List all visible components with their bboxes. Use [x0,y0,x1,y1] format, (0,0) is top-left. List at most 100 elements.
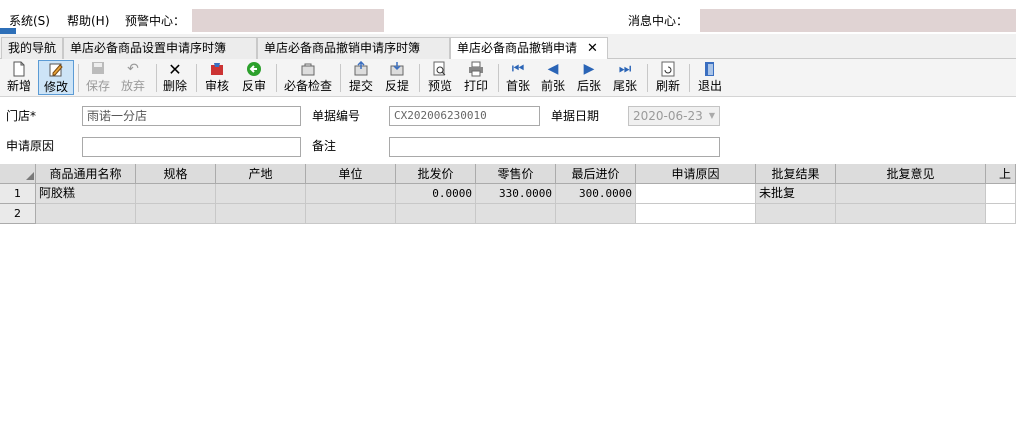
cell-extra[interactable] [986,184,1016,204]
withdraw-button[interactable]: 反提 [381,60,413,95]
exit-button[interactable]: 退出 [694,60,726,95]
unaudit-label: 反审 [241,79,266,93]
cell-result[interactable]: 未批复 [756,184,836,204]
cell-wholesale[interactable]: 0.0000 [396,184,476,204]
column-header-extra[interactable]: 上 [986,164,1016,184]
cell-retail[interactable] [476,204,556,224]
first-icon: ⏮ [511,61,525,77]
column-header-name[interactable]: 商品通用名称 [36,164,136,184]
save-button[interactable]: 保存 [82,60,114,95]
last-label: 尾张 [612,79,637,93]
cell-last-cost[interactable]: 300.0000 [556,184,636,204]
tab-label: 单店必备商品设置申请序时簿 [70,41,227,55]
cell-name[interactable] [36,204,136,224]
refresh-label: 刷新 [655,79,680,93]
cell-spec[interactable] [136,204,216,224]
column-header-unit[interactable]: 单位 [306,164,396,184]
tab-revoke-journal[interactable]: 单店必备商品撤销申请序时簿 [257,37,450,59]
save-icon [82,61,114,78]
row-number[interactable]: 2 [0,204,36,224]
prev-icon: ◀ [547,61,559,77]
exit-door-icon [694,61,726,78]
remark-label: 备注 [312,139,337,153]
doc-number-label: 单据编号 [312,109,361,123]
next-label: 后张 [576,79,601,93]
refresh-button[interactable]: 刷新 [652,60,684,95]
audit-icon [202,61,232,78]
exit-label: 退出 [697,79,722,93]
menu-help[interactable]: 帮助(H) [67,12,109,30]
unaudit-button[interactable]: 反审 [238,60,270,95]
new-document-icon [2,61,36,78]
tab-setting-journal[interactable]: 单店必备商品设置申请序时簿 [63,37,257,59]
tab-bar: 我的导航 单店必备商品设置申请序时簿 单店必备商品撤销申请序时簿 单店必备商品撤… [0,34,1016,60]
new-button[interactable]: 新增 [2,60,36,95]
doc-date-label: 单据日期 [551,109,600,123]
cell-origin[interactable] [216,184,306,204]
audit-button[interactable]: 审核 [202,60,232,95]
toolbar-separator [340,64,341,92]
first-button[interactable]: ⏮ 首张 [502,60,534,95]
cell-wholesale[interactable] [396,204,476,224]
message-center-label: 消息中心： [628,14,689,28]
row-number[interactable]: 1 [0,184,36,204]
store-field[interactable]: 雨诺一分店 [82,106,301,126]
preview-button[interactable]: 预览 [424,60,456,95]
cell-reason[interactable] [636,184,756,204]
tab-my-navigation[interactable]: 我的导航 [1,37,63,59]
cell-unit[interactable] [306,184,396,204]
prev-button[interactable]: ◀ 前张 [537,60,569,95]
reason-label: 申请原因 [6,139,55,153]
cell-retail[interactable]: 330.0000 [476,184,556,204]
column-header-origin[interactable]: 产地 [216,164,306,184]
cell-reason[interactable] [636,204,756,224]
print-button[interactable]: 打印 [460,60,492,95]
column-header-retail[interactable]: 零售价 [476,164,556,184]
column-header-last-cost[interactable]: 最后进价 [556,164,636,184]
column-header-spec[interactable]: 规格 [136,164,216,184]
message-center-field[interactable] [700,9,1016,32]
menu-bar: 系统(S) 帮助(H) 预警中心： 消息中心： [0,0,1016,34]
remark-field[interactable] [389,137,720,157]
dropdown-arrow-icon[interactable]: ▼ [709,107,715,125]
last-icon: ⏭ [618,61,632,77]
delete-label: 删除 [162,79,187,93]
column-header-opinion[interactable]: 批复意见 [836,164,986,184]
doc-number-field[interactable]: CX202006230010 [389,106,540,126]
reason-field[interactable] [82,137,301,157]
cell-origin[interactable] [216,204,306,224]
grid-corner[interactable] [0,164,36,184]
cell-unit[interactable] [306,204,396,224]
delete-button[interactable]: ✕ 删除 [160,60,190,95]
next-button[interactable]: ▶ 后张 [573,60,605,95]
toolbar-separator [647,64,648,92]
toolbar-separator [689,64,690,92]
toolbar-separator [419,64,420,92]
doc-date-field[interactable]: 2020-06-23 ▼ [628,106,720,126]
close-icon[interactable]: ✕ [587,41,598,56]
required-check-button[interactable]: 必备检查 [280,60,336,95]
column-header-reason[interactable]: 申请原因 [636,164,756,184]
tab-label: 单店必备商品撤销申请 [457,41,578,55]
column-header-result[interactable]: 批复结果 [756,164,836,184]
cell-name[interactable]: 阿胶糕 [36,184,136,204]
save-label: 保存 [85,79,110,93]
undo-icon: ↶ [127,61,139,77]
cell-last-cost[interactable] [556,204,636,224]
cell-extra[interactable] [986,204,1016,224]
menu-system[interactable]: 系统(S) [9,12,50,30]
cell-spec[interactable] [136,184,216,204]
cell-result[interactable] [756,204,836,224]
alert-center-label: 预警中心： [125,14,186,28]
cell-opinion[interactable] [836,184,986,204]
alert-center-field[interactable] [192,9,384,32]
edit-button[interactable]: 修改 [38,60,74,95]
green-refresh-icon [238,61,270,78]
column-header-wholesale[interactable]: 批发价 [396,164,476,184]
submit-button[interactable]: 提交 [345,60,377,95]
tab-revoke-request[interactable]: 单店必备商品撤销申请 ✕ [450,37,608,60]
submit-label: 提交 [348,79,373,93]
cell-opinion[interactable] [836,204,986,224]
last-button[interactable]: ⏭ 尾张 [609,60,641,95]
discard-button[interactable]: ↶ 放弃 [116,60,150,95]
